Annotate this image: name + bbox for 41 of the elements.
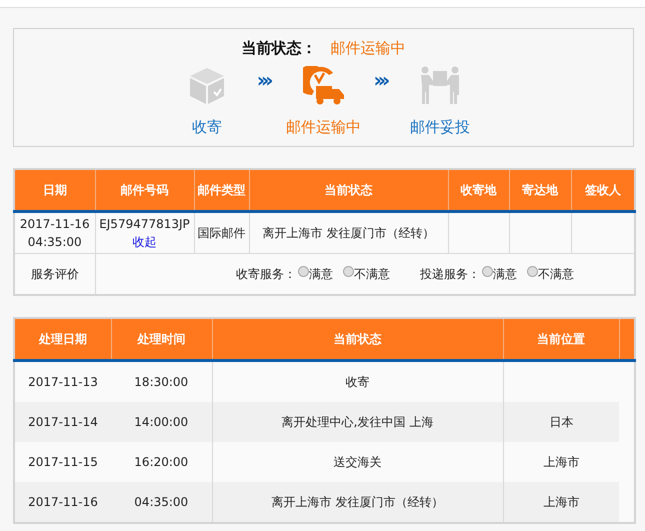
step-label: 收寄 xyxy=(192,118,222,137)
radio-option[interactable]: 满意 xyxy=(298,265,333,283)
step-label: 邮件运输中 xyxy=(286,118,361,137)
table-cell: 2017-11-15 xyxy=(14,442,111,482)
table-cell: 上海市 xyxy=(503,482,619,523)
radio-option[interactable]: 不满意 xyxy=(526,265,574,283)
chevrons-icon: ››› xyxy=(374,70,390,90)
column-header: 处理日期 xyxy=(14,318,111,360)
column-header: 当前状态 xyxy=(249,169,448,212)
column-header: 邮件类型 xyxy=(194,169,249,212)
status-value: 邮件运输中 xyxy=(330,39,406,58)
table-cell: 2017-11-16 04:35:00 xyxy=(14,212,95,254)
column-header: 签收人 xyxy=(571,169,635,212)
table-cell: 16:20:00 xyxy=(111,442,212,482)
table-cell: 18:30:00 xyxy=(111,360,212,402)
table-cell: 2017-11-13 xyxy=(14,360,111,402)
table-cell: 国际邮件 xyxy=(194,212,249,254)
table-cell: 2017-11-16 xyxy=(14,482,111,523)
radio-option[interactable]: 不满意 xyxy=(342,265,390,283)
table-cell: 日本 xyxy=(503,402,619,442)
column-header: 处理时间 xyxy=(111,318,212,360)
radio-option[interactable]: 满意 xyxy=(482,265,517,283)
column-header: 邮件号码 xyxy=(95,169,194,212)
step-label: 邮件妥投 xyxy=(410,118,470,137)
rating-label: 投递服务： xyxy=(420,266,480,283)
column-header: 当前状态 xyxy=(212,318,503,360)
chevrons-icon: ››› xyxy=(256,70,274,90)
mail-number: EJ579477813JP xyxy=(98,216,190,233)
column-header: 当前位置 xyxy=(503,318,619,360)
column-header: 日期 xyxy=(14,169,95,212)
table-cell: 离开上海市 发往厦门市（经转） xyxy=(249,212,448,254)
column-header: 收寄地 xyxy=(448,169,509,212)
rating-label: 收寄服务： xyxy=(236,266,296,283)
table-cell: 离开上海市 发往厦门市（经转） xyxy=(212,482,503,523)
collapse-link[interactable]: 收起 xyxy=(98,233,190,251)
table-cell: 04:35:00 xyxy=(111,482,212,523)
status-label: 当前状态： xyxy=(242,39,316,58)
table-cell: 2017-11-14 xyxy=(14,402,111,442)
table-cell: 离开处理中心,发往中国 上海 xyxy=(212,402,503,442)
column-header: 寄达地 xyxy=(509,169,571,212)
table-cell: 14:00:00 xyxy=(111,402,212,442)
